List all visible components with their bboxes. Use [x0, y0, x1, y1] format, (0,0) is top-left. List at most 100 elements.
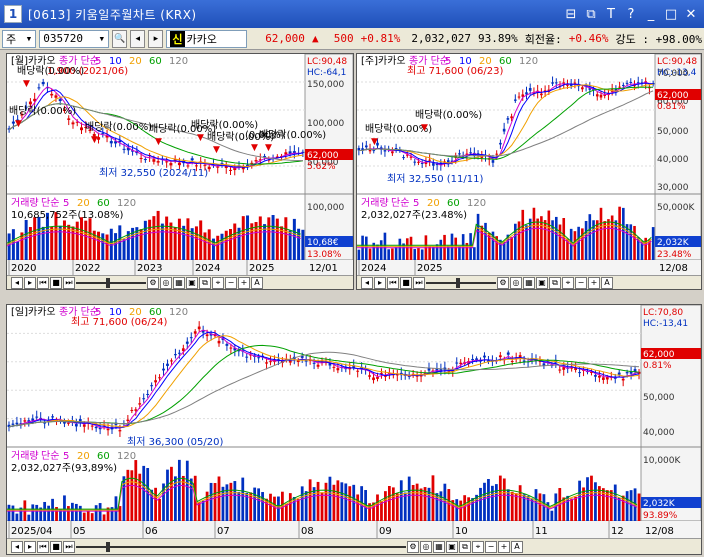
- stop-icon[interactable]: ■: [50, 540, 62, 553]
- volume-bar: [177, 218, 181, 260]
- lookup-icon[interactable]: ◂: [130, 29, 146, 48]
- last-icon[interactable]: ⏭: [63, 540, 75, 553]
- lookup-next-icon[interactable]: ▸: [148, 29, 164, 48]
- crosshair-icon[interactable]: ⌖: [212, 276, 224, 289]
- crosshair-icon[interactable]: ⌖: [472, 540, 484, 553]
- date-axis-label: 11: [535, 526, 548, 537]
- save-icon[interactable]: ▣: [446, 540, 458, 553]
- scroll-right-icon[interactable]: ▸: [24, 540, 36, 553]
- monthly-chart[interactable]: [월]카카오 종가 단순5 10 20 60 1201,900 (2021/06)최저 3…: [7, 54, 353, 275]
- candle: [621, 378, 625, 381]
- zoom-slider[interactable]: [426, 277, 496, 289]
- close-icon[interactable]: ✕: [682, 5, 700, 23]
- volume-bar: [415, 483, 419, 521]
- candle: [41, 81, 45, 85]
- settings-icon[interactable]: ⚙: [147, 276, 159, 289]
- settings-icon[interactable]: ⚙: [497, 276, 509, 289]
- font-size-icon[interactable]: A: [601, 276, 613, 289]
- window-title: [0613] 키움일주월차트 (KRX): [28, 7, 197, 22]
- zoom-out-icon[interactable]: −: [225, 276, 237, 289]
- save-icon[interactable]: ▣: [536, 276, 548, 289]
- candle: [67, 118, 71, 120]
- first-icon[interactable]: ⏮: [387, 276, 399, 289]
- indicator-icon[interactable]: ◎: [160, 276, 172, 289]
- daily-chart[interactable]: [일]카카오 종가 단순5 10 20 60 120최고 71,600 (06/24)최저…: [7, 305, 701, 538]
- volume-bar: [514, 223, 517, 260]
- candle: [138, 403, 142, 405]
- grid-icon[interactable]: ▦: [433, 540, 445, 553]
- zoom-out-icon[interactable]: −: [485, 540, 497, 553]
- candle: [74, 424, 78, 427]
- volume-bar: [229, 229, 232, 260]
- font-size-icon[interactable]: A: [511, 540, 523, 553]
- candle: [197, 326, 201, 330]
- scroll-left-icon[interactable]: ◂: [11, 276, 23, 289]
- candle: [491, 160, 495, 163]
- price-legend-title: [주]카카오: [361, 55, 406, 67]
- volume-bar: [455, 499, 459, 521]
- volume-percent-tag: 23.48%: [657, 250, 692, 260]
- last-icon[interactable]: ⏭: [413, 276, 425, 289]
- dividend-label: 배당락(0.00%): [415, 109, 482, 121]
- candle: [80, 127, 83, 131]
- scroll-left-icon[interactable]: ◂: [11, 540, 23, 553]
- volume-bar: [528, 218, 532, 260]
- copy-icon[interactable]: ⧉: [199, 276, 211, 289]
- candle: [595, 94, 599, 97]
- candle: [166, 363, 169, 366]
- help-icon[interactable]: ?: [622, 5, 640, 23]
- volume-bar: [510, 237, 513, 260]
- period-select[interactable]: 주 ▾: [2, 29, 37, 48]
- volume-bar: [27, 514, 31, 521]
- crosshair-icon[interactable]: ⌖: [562, 276, 574, 289]
- maximize-icon[interactable]: □: [662, 5, 680, 23]
- zoom-slider[interactable]: [76, 277, 146, 289]
- zoom-in-icon[interactable]: +: [588, 276, 600, 289]
- volume-bar: [514, 493, 518, 521]
- settings-icon[interactable]: ⚙: [407, 540, 419, 553]
- minimize-icon[interactable]: _: [642, 5, 660, 23]
- indicator-icon[interactable]: ◎: [420, 540, 432, 553]
- last-icon[interactable]: ⏭: [63, 276, 75, 289]
- first-icon[interactable]: ⏮: [37, 276, 49, 289]
- volume-bar: [387, 486, 391, 521]
- scroll-left-icon[interactable]: ◂: [361, 276, 373, 289]
- link-icon[interactable]: ⊟: [562, 5, 580, 23]
- weekly-chart-controls: ◂ ▸ ⏮ ■ ⏭ ⚙ ◎ ▦ ▣ ⧉ ⌖ − + A: [357, 275, 701, 289]
- stop-icon[interactable]: ■: [50, 276, 62, 289]
- scroll-right-icon[interactable]: ▸: [24, 276, 36, 289]
- volume-bar: [267, 217, 271, 260]
- candle: [229, 169, 232, 171]
- volume-bar: [253, 487, 257, 521]
- tile-icon[interactable]: ⧉: [582, 5, 600, 23]
- font-icon[interactable]: T: [602, 5, 620, 23]
- dividend-arrow-icon: ▼: [265, 143, 272, 153]
- indicator-icon[interactable]: ◎: [510, 276, 522, 289]
- zoom-out-icon[interactable]: −: [575, 276, 587, 289]
- candle: [257, 357, 261, 359]
- copy-icon[interactable]: ⧉: [459, 540, 471, 553]
- stop-icon[interactable]: ■: [400, 276, 412, 289]
- copy-icon[interactable]: ⧉: [549, 276, 561, 289]
- candle: [376, 376, 379, 379]
- grid-icon[interactable]: ▦: [523, 276, 535, 289]
- candle: [312, 362, 316, 364]
- font-size-icon[interactable]: A: [251, 276, 263, 289]
- candle: [186, 165, 190, 167]
- volume-value-label: 2,032,027주(23.48%): [361, 210, 467, 221]
- zoom-in-icon[interactable]: +: [498, 540, 510, 553]
- candle: [67, 422, 70, 424]
- candle: [506, 352, 510, 355]
- weekly-chart[interactable]: [주]카카오 종가 단순5 10 20 60 120최고 71,600 (06/23)최저…: [357, 54, 701, 275]
- volume-bar: [241, 477, 245, 521]
- first-icon[interactable]: ⏮: [37, 540, 49, 553]
- zoom-slider[interactable]: [76, 541, 406, 553]
- stock-code-input[interactable]: 035720 ▾: [39, 29, 110, 48]
- save-icon[interactable]: ▣: [186, 276, 198, 289]
- volume-bar: [300, 486, 304, 521]
- grid-icon[interactable]: ▦: [173, 276, 185, 289]
- zoom-in-icon[interactable]: +: [238, 276, 250, 289]
- candle: [514, 99, 517, 101]
- search-icon[interactable]: 🔍: [112, 29, 128, 48]
- scroll-right-icon[interactable]: ▸: [374, 276, 386, 289]
